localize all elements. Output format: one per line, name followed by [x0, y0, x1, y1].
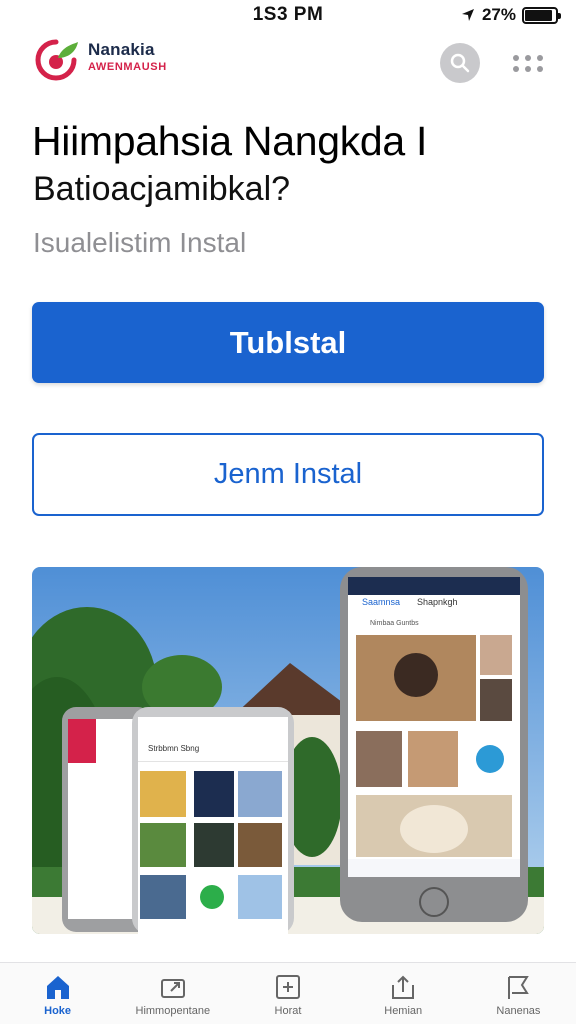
page-title: Hiimpahsia Nangkda I — [32, 118, 428, 164]
search-icon — [450, 53, 470, 73]
page-subtitle: Batioacjamibkal? — [33, 170, 291, 208]
brand-name: Nanakia — [88, 40, 155, 59]
status-indicators: 27% — [460, 5, 561, 25]
battery-percent: 27% — [481, 5, 516, 24]
front-phone-header: Strbbmn Sbng — [148, 744, 199, 753]
nav-label-add: Horat — [274, 1005, 302, 1017]
back-phone-header-left: Saamnsa — [362, 597, 400, 607]
search-button[interactable] — [440, 43, 480, 83]
install-button[interactable]: Tublstal — [32, 302, 544, 383]
secondary-install-button[interactable]: Jenm Instal — [32, 433, 544, 516]
nav-share[interactable]: Himmopentane — [115, 963, 230, 1024]
brand-subtitle: AWENMAUSH — [88, 61, 167, 73]
nav-home[interactable]: Hoke — [0, 963, 115, 1024]
home-icon — [46, 976, 69, 999]
battery-icon — [522, 6, 561, 24]
page-caption: Isualelistim Instal — [33, 227, 247, 258]
nav-add[interactable]: Horat — [230, 963, 345, 1024]
nav-label-flag: Nanenas — [496, 1005, 541, 1017]
app-header: Nanakia AWENMAUSH — [0, 30, 576, 96]
flag-icon — [508, 976, 530, 999]
nav-label-share: Himmopentane — [135, 1005, 211, 1017]
nav-label-upload: Hemian — [384, 1005, 423, 1017]
upload-icon — [392, 975, 415, 999]
back-phone-header-right: Shapnkgh — [417, 597, 458, 607]
brand-logo-icon — [35, 39, 78, 81]
more-options-button[interactable] — [508, 48, 548, 78]
share-icon — [160, 979, 185, 998]
nav-upload[interactable]: Hemian — [346, 963, 461, 1024]
nav-flag[interactable]: Nanenas — [461, 963, 576, 1024]
hero-image: Saamnsa Shapnkgh Nimbaa Guntbs Strbbmn S… — [32, 567, 544, 934]
back-phone-subheader: Nimbaa Guntbs — [370, 620, 419, 627]
status-bar: 1S3 PM 27% — [0, 0, 576, 30]
location-icon — [461, 9, 474, 21]
nav-label-home: Hoke — [44, 1005, 72, 1017]
add-box-icon — [276, 975, 300, 999]
bottom-nav: Hoke Himmopentane Horat Hemian Nanenas — [0, 962, 576, 1024]
